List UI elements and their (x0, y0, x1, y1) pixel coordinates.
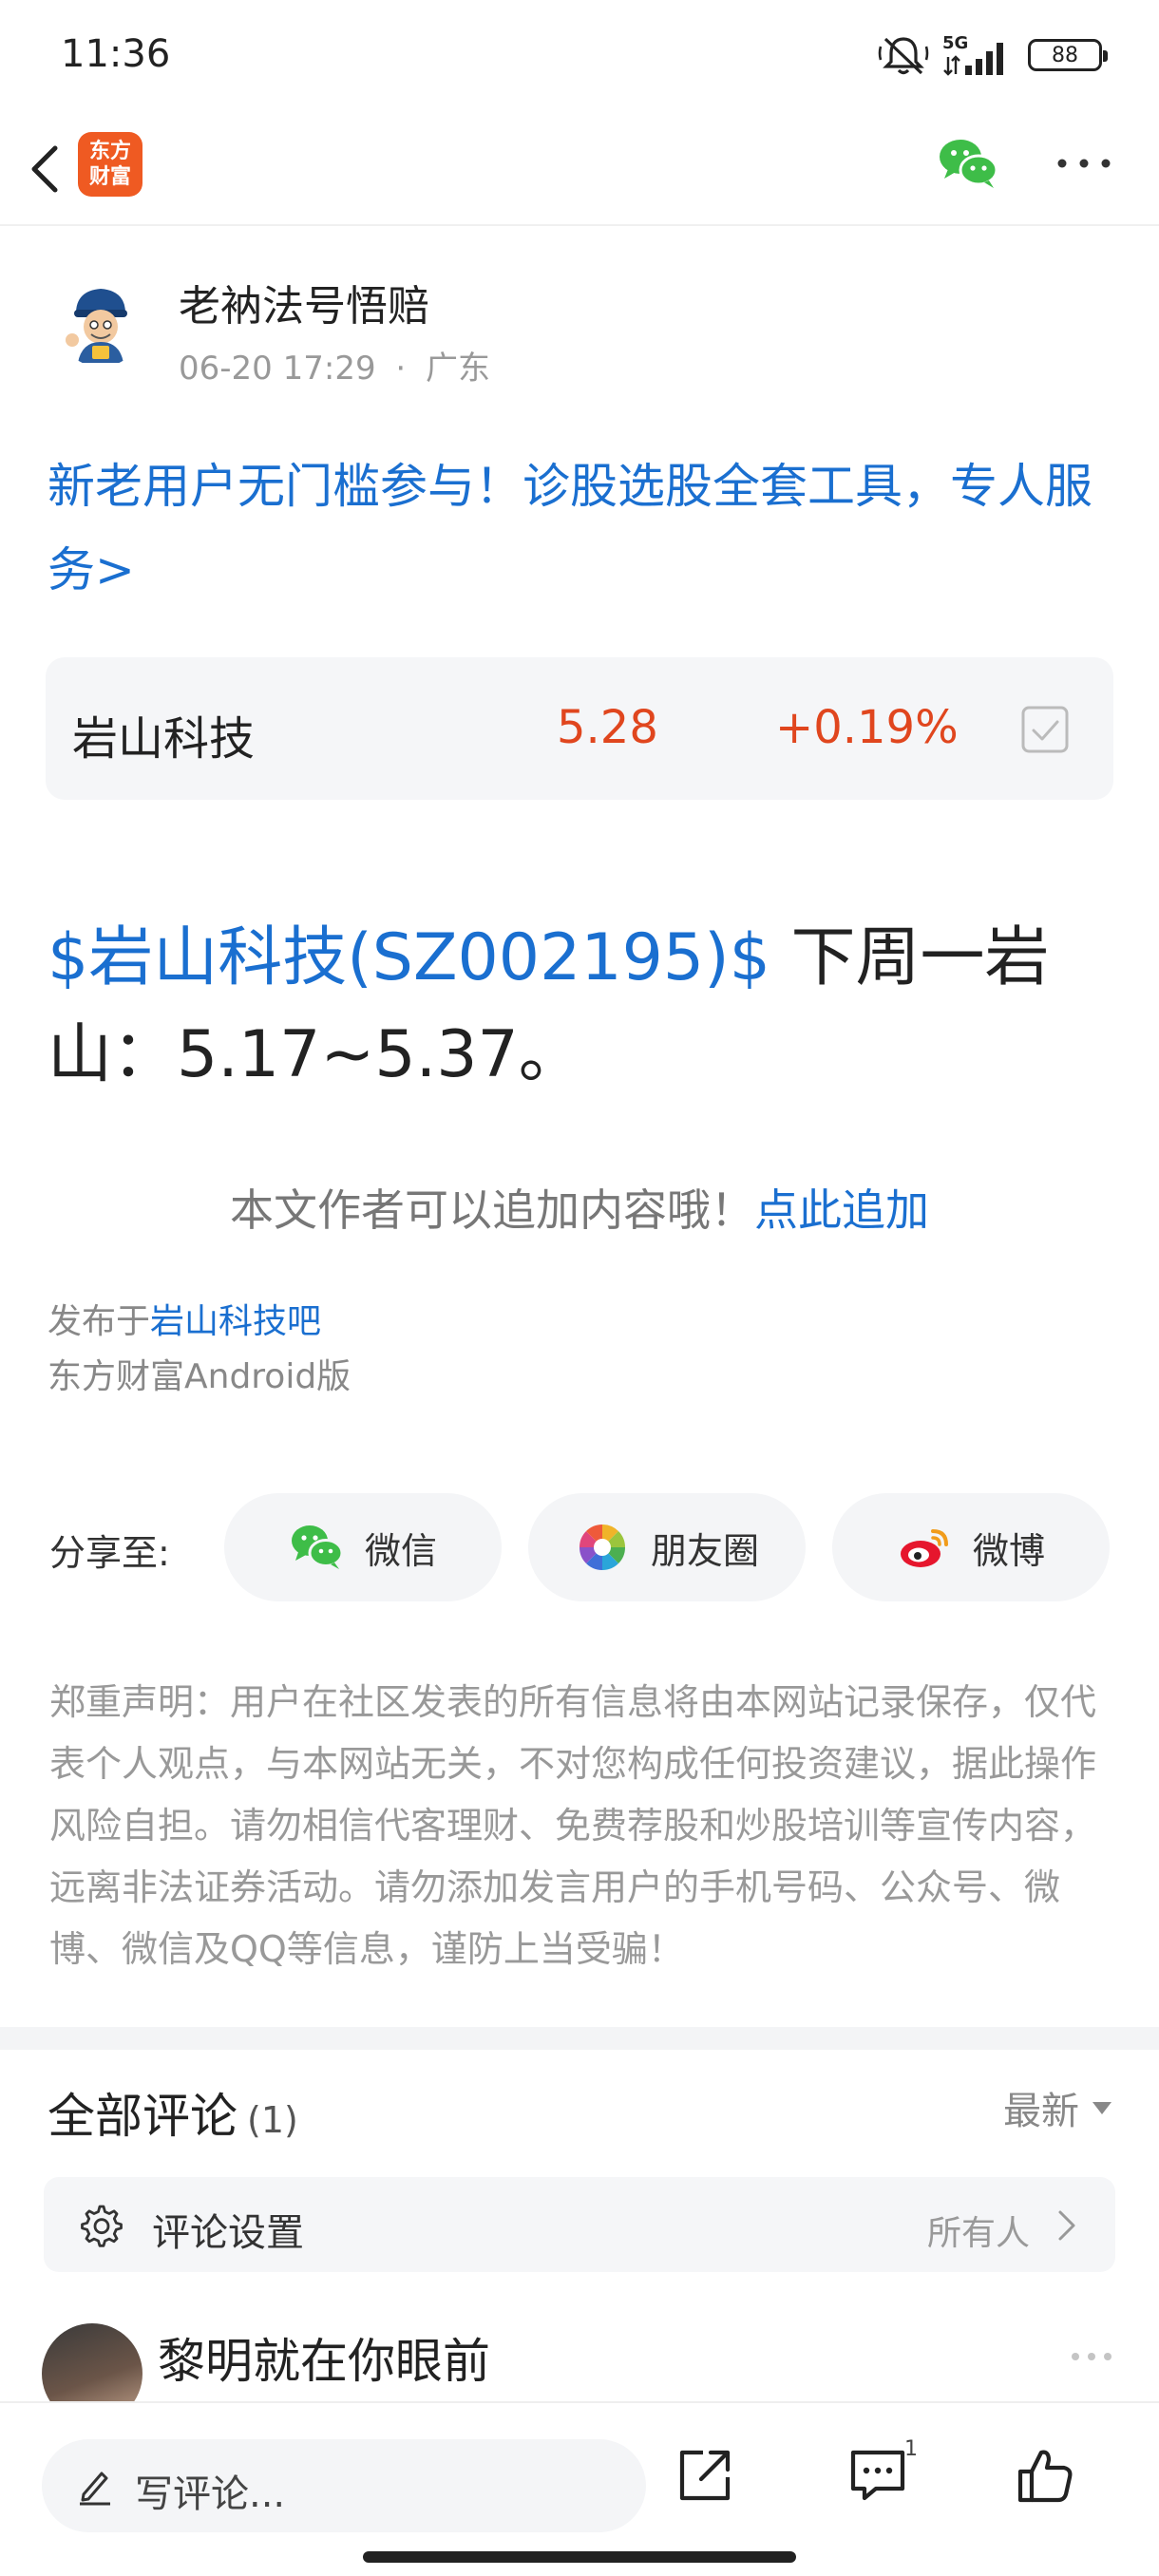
comments-header: 全部评论 (1) (48, 2078, 298, 2147)
sort-label: 最新 (1003, 2090, 1079, 2133)
battery-icon: 88 (1028, 39, 1108, 71)
add-watchlist-checkbox-icon[interactable] (1020, 705, 1070, 754)
app-logo[interactable]: 东方 财富 (78, 132, 142, 197)
append-content-link[interactable]: 点此追加 (754, 1184, 929, 1236)
meta-separator: · (395, 350, 407, 388)
home-indicator[interactable] (363, 2551, 796, 2563)
comment-more-icon[interactable] (1070, 2350, 1113, 2363)
append-content-prompt: 本文作者可以追加内容哦！点此追加 (0, 1176, 1159, 1239)
stock-change: +0.19% (775, 701, 959, 754)
stock-tag-link[interactable]: $岩山科技(SZ002195)$ (48, 920, 770, 995)
author-avatar[interactable] (55, 275, 146, 367)
stock-name: 岩山科技 (72, 712, 256, 766)
comments-title: 全部评论 (48, 2089, 238, 2144)
more-dots-icon[interactable] (1056, 152, 1112, 175)
write-comment-placeholder: 写评论... (135, 2472, 286, 2516)
post-location: 广东 (426, 350, 491, 388)
status-time: 11:36 (61, 32, 171, 76)
signal-icon: 5G (942, 33, 1015, 77)
comment-sort-dropdown[interactable]: 最新 (1003, 2080, 1112, 2135)
post-body: $岩山科技(SZ002195)$ 下周一岩山：5.17~5.37。 (48, 910, 1121, 1104)
post-meta: 06-20 17:29 · 广东 (179, 342, 490, 388)
comment-count-badge: 1 (904, 2437, 918, 2461)
status-icons: 5G 88 (878, 32, 1108, 78)
section-divider (0, 2027, 1159, 2050)
chevron-right-icon (1058, 2210, 1075, 2241)
weibo-icon (900, 1529, 948, 1567)
comment-settings-label: 评论设置 (152, 2211, 304, 2255)
back-arrow-icon[interactable] (19, 131, 80, 207)
bottom-action-bar: 写评论... 1 (0, 2401, 1159, 2576)
top-nav-bar: 东方 财富 (0, 114, 1159, 226)
stock-price: 5.28 (557, 701, 658, 754)
promo-banner-link[interactable]: 新老用户无门槛参与！诊股选股全套工具，专人服务> (48, 445, 1112, 612)
wechat-icon (291, 1525, 344, 1569)
disclaimer: 郑重声明：用户在社区发表的所有信息将由本网站记录保存，仅代表个人观点，与本网站无… (49, 1681, 1097, 1970)
share-wechat-button[interactable]: 微信 (224, 1493, 502, 1601)
client-version: 东方财富Android版 (48, 1357, 352, 1396)
status-bar: 11:36 5G 88 (0, 0, 1159, 114)
comments-count: (1) (247, 2099, 298, 2141)
published-prefix: 发布于 (48, 1302, 151, 1341)
append-prompt-text: 本文作者可以追加内容哦！ (230, 1184, 754, 1236)
write-comment-input[interactable]: 写评论... (42, 2439, 646, 2532)
like-thumb-icon[interactable] (1015, 2445, 1075, 2506)
comment-settings-row[interactable]: 评论设置 所有人 (44, 2177, 1115, 2272)
post-date: 06-20 17:29 (179, 350, 376, 388)
muted-bell-icon (878, 37, 929, 75)
share-label: 分享至: (49, 1532, 170, 1574)
published-in: 发布于岩山科技吧 (48, 1294, 321, 1343)
moments-icon (579, 1524, 625, 1571)
comment-settings-value: 所有人 (926, 2214, 1030, 2253)
share-out-icon[interactable] (674, 2445, 735, 2506)
share-weibo-label: 微博 (972, 1529, 1045, 1572)
share-moments-button[interactable]: 朋友圈 (528, 1493, 806, 1601)
commenter-name[interactable]: 黎明就在你眼前 (158, 2323, 490, 2392)
author-name[interactable]: 老衲法号悟赔 (179, 272, 429, 332)
share-weibo-button[interactable]: 微博 (832, 1493, 1110, 1601)
pencil-icon (80, 2472, 110, 2506)
wechat-icon[interactable] (937, 135, 999, 192)
comment-bubble-icon[interactable] (847, 2445, 908, 2506)
share-moments-label: 朋友圈 (650, 1529, 759, 1572)
stock-bar-link[interactable]: 岩山科技吧 (150, 1302, 321, 1341)
gear-icon (81, 2205, 123, 2247)
dropdown-triangle-icon (1092, 2101, 1112, 2114)
stock-quote-card[interactable]: 岩山科技 5.28 +0.19% (46, 657, 1113, 800)
share-wechat-label: 微信 (364, 1529, 437, 1572)
